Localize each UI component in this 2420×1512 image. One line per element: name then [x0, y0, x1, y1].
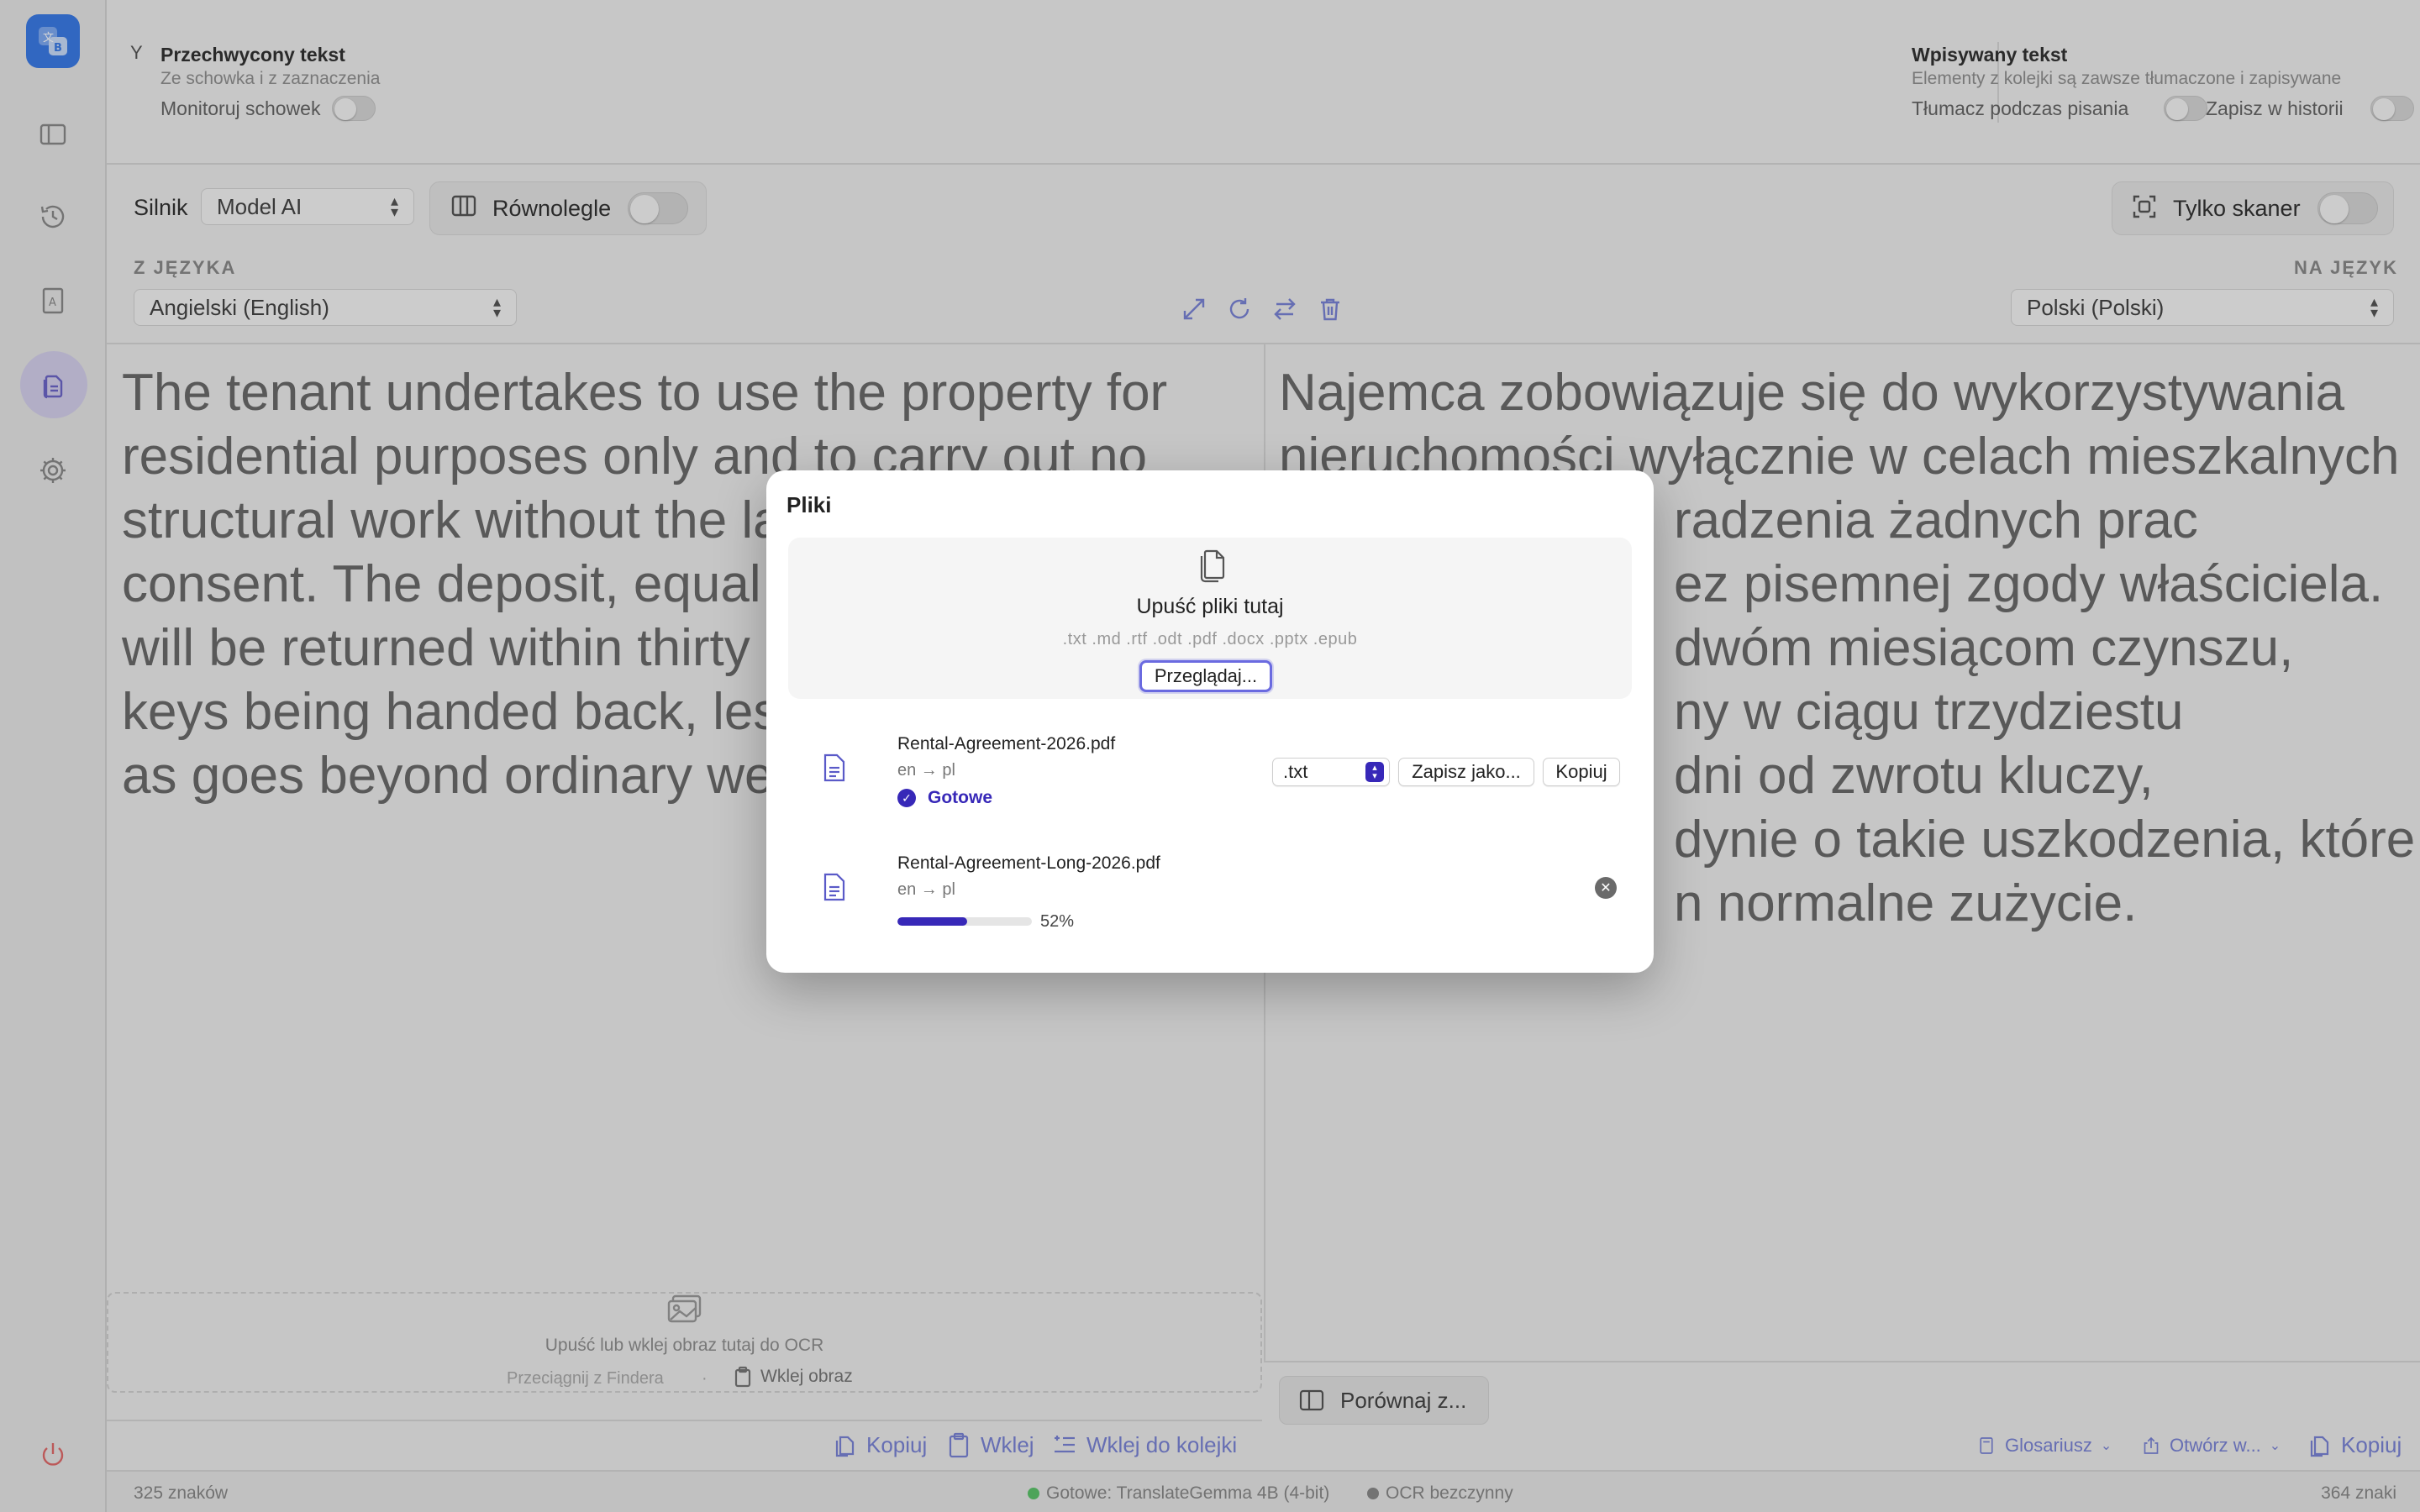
file-row: Rental-Agreement-2026.pdf en → pl ✓ Goto… — [788, 722, 1632, 832]
file-document-icon — [822, 753, 847, 787]
file-status-text: Gotowe — [928, 788, 992, 807]
file-language-pair: en → pl — [897, 761, 955, 780]
file-progress-text: 52% — [1040, 912, 1075, 931]
checkmark-icon: ✓ — [897, 789, 916, 807]
output-format-value: .txt — [1283, 761, 1308, 782]
documents-icon — [1195, 548, 1228, 589]
file-name: Rental-Agreement-2026.pdf — [897, 734, 1116, 753]
file-drop-zone[interactable]: Upuść pliki tutaj .txt .md .rtf .odt .pd… — [788, 538, 1632, 699]
file-language-pair: en → pl — [897, 880, 955, 899]
select-chevron-icon: ▴ ▾ — [1365, 762, 1384, 782]
output-format-select[interactable]: .txt ▴ ▾ — [1272, 758, 1390, 786]
file-name: Rental-Agreement-Long-2026.pdf — [897, 853, 1160, 873]
save-as-button[interactable]: Zapisz jako... — [1398, 758, 1534, 786]
supported-formats: .txt .md .rtf .odt .pdf .docx .pptx .epu… — [1062, 630, 1358, 648]
browse-button[interactable]: Przeglądaj... — [1139, 660, 1272, 692]
copy-file-button[interactable]: Kopiuj — [1543, 758, 1620, 786]
cancel-file-icon[interactable]: ✕ — [1595, 877, 1617, 899]
file-document-icon — [822, 872, 847, 906]
file-status: ✓ Gotowe — [897, 788, 992, 808]
file-progress-fill — [897, 917, 968, 926]
file-progress-bar — [897, 917, 1032, 926]
file-row: Rental-Agreement-Long-2026.pdf en → pl 5… — [788, 842, 1632, 951]
drop-files-label: Upuść pliki tutaj — [1136, 595, 1284, 618]
dialog-title: Pliki — [786, 492, 832, 517]
files-dialog: Pliki Upuść pliki tutaj .txt .md .rtf .o… — [766, 470, 1654, 973]
